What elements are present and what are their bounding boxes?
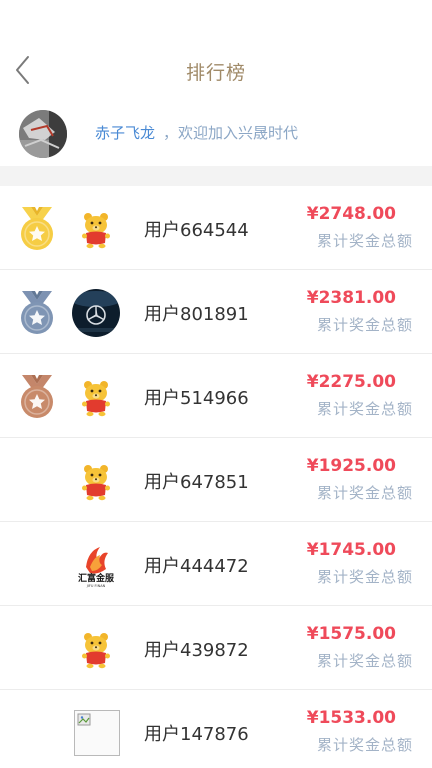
- user-name: 用户514966: [144, 388, 249, 409]
- bonus-amount-label: 累计奖金总额: [316, 568, 413, 586]
- bear-avatar-icon: [82, 633, 110, 669]
- user-name: 用户647851: [144, 472, 249, 493]
- welcome-banner: 赤子飞龙 ，欢迎加入兴晟时代: [0, 104, 432, 166]
- welcome-text: 赤子飞龙 ，欢迎加入兴晟时代: [95, 122, 298, 143]
- user-name: 用户439872: [144, 640, 249, 661]
- page-title: 排行榜: [185, 62, 246, 84]
- svg-text:JIFU FINAN: JIFU FINAN: [86, 584, 106, 588]
- bonus-amount: ¥1575.00: [306, 624, 396, 644]
- leaderboard-list: 用户664544 ¥2748.00 累计奖金总额 用户801891 ¥2381.00 累计…: [0, 186, 432, 768]
- list-item[interactable]: 用户664544 ¥2748.00 累计奖金总额: [0, 186, 432, 270]
- avatar[interactable]: [72, 457, 120, 505]
- bonus-amount-label: 累计奖金总额: [316, 400, 413, 418]
- list-item[interactable]: 用户647851 ¥1925.00 累计奖金总额: [0, 438, 432, 522]
- user-photo-icon: [19, 110, 67, 158]
- welcome-user-name[interactable]: 赤子飞龙: [95, 124, 155, 142]
- rank-medal: [19, 375, 55, 419]
- list-item[interactable]: 汇富金服 JIFU FINAN 用户444472 ¥1745.00 累计奖金总额: [0, 522, 432, 606]
- bonus-amount: ¥2381.00: [306, 288, 396, 308]
- list-item[interactable]: 用户439872 ¥1575.00 累计奖金总额: [0, 606, 432, 690]
- broken-image-icon: [77, 713, 91, 726]
- avatar[interactable]: [72, 373, 120, 421]
- company-logo-icon: 汇富金服JIFU FINAN: [78, 547, 115, 588]
- bear-avatar-icon: [82, 465, 110, 501]
- user-name: 用户147876: [144, 724, 249, 745]
- section-divider: [0, 166, 432, 186]
- bonus-amount: ¥1925.00: [306, 456, 396, 476]
- bonus-amount: ¥1533.00: [306, 708, 396, 728]
- bonus-amount-label: 累计奖金总额: [316, 232, 413, 250]
- bonus-amount: ¥2748.00: [306, 204, 396, 224]
- car-logo-avatar-icon: [72, 289, 120, 337]
- avatar[interactable]: [72, 289, 120, 337]
- welcome-message: ，欢迎加入兴晟时代: [163, 124, 299, 142]
- avatar[interactable]: [72, 205, 120, 253]
- bonus-amount: ¥1745.00: [306, 540, 396, 560]
- header: 排行榜: [0, 0, 432, 100]
- bonus-amount: ¥2275.00: [306, 372, 396, 392]
- bonus-amount-label: 累计奖金总额: [316, 484, 413, 502]
- user-name: 用户444472: [144, 556, 249, 577]
- user-name: 用户801891: [144, 304, 249, 325]
- avatar[interactable]: 汇富金服 JIFU FINAN: [72, 541, 120, 589]
- bonus-amount-label: 累计奖金总额: [316, 316, 413, 334]
- leaderboard-page: 排行榜 赤子飞龙 ，欢迎加入兴晟时代 用户664544 ¥2748.00 累计奖金总额…: [0, 0, 432, 768]
- avatar[interactable]: [19, 110, 67, 158]
- list-item[interactable]: 用户514966 ¥2275.00 累计奖金总额: [0, 354, 432, 438]
- list-item[interactable]: 用户147876 ¥1533.00 累计奖金总额: [0, 690, 432, 768]
- avatar[interactable]: [72, 625, 120, 673]
- bonus-amount-label: 累计奖金总额: [316, 736, 413, 754]
- bronze-medal-icon: [21, 375, 53, 418]
- list-item[interactable]: 用户801891 ¥2381.00 累计奖金总额: [0, 270, 432, 354]
- bear-avatar-icon: [82, 213, 110, 249]
- rank-medal: [19, 207, 55, 251]
- avatar[interactable]: [74, 710, 120, 756]
- rank-medal: [19, 291, 55, 335]
- bonus-amount-label: 累计奖金总额: [316, 652, 413, 670]
- svg-text:汇富金服: 汇富金服: [78, 572, 115, 584]
- bear-avatar-icon: [82, 381, 110, 417]
- user-name: 用户664544: [144, 220, 249, 241]
- silver-medal-icon: [21, 291, 53, 334]
- gold-medal-icon: [21, 207, 53, 250]
